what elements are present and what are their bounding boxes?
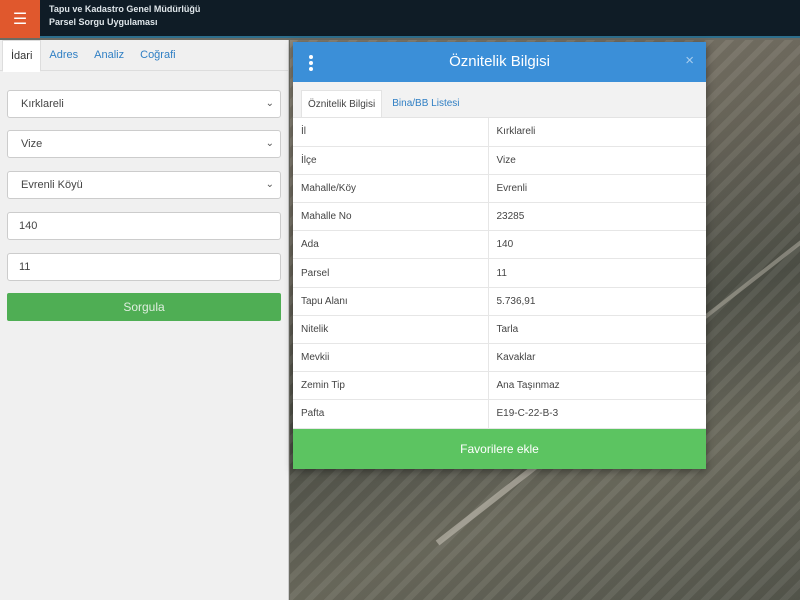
chevron-down-icon: ⌄ (265, 98, 274, 109)
table-row: Parsel 11 (293, 258, 706, 288)
app-brand: Tapu ve Kadastro Genel Müdürlüğü Parsel … (49, 3, 200, 29)
attribute-value: 140 (488, 230, 706, 260)
tab-analiz[interactable]: Analiz (86, 40, 132, 70)
attribute-key: Mevkii (293, 343, 489, 373)
attribute-key: Tapu Alanı (293, 287, 489, 316)
search-panel: İdari Adres Analiz Coğrafi Kırklareli ⌄ … (0, 40, 289, 600)
attribute-key: Mahalle No (293, 202, 489, 232)
attribute-key: Ada (293, 230, 489, 260)
attribute-value: 5.736,91 (488, 287, 706, 316)
table-row: Mahalle/Köy Evrenli (293, 174, 706, 204)
ilce-select-value: Vize (21, 138, 43, 150)
table-row: Ada 140 (293, 230, 706, 260)
add-to-favorites-button[interactable]: Favorilere ekle (293, 429, 706, 469)
tab-oznitelik-bilgisi[interactable]: Öznitelik Bilgisi (301, 90, 383, 117)
tab-idari[interactable]: İdari (2, 40, 42, 72)
parsel-input-value: 11 (19, 261, 31, 273)
mahalle-select-value: Evrenli Köyü (21, 179, 83, 191)
attribute-value: Vize (488, 146, 706, 175)
table-row: Mahalle No 23285 (293, 202, 706, 232)
table-row: Mevkii Kavaklar (293, 343, 706, 373)
attribute-key: Pafta (293, 399, 489, 429)
hamburger-menu-button[interactable]: ☰ (0, 0, 40, 38)
il-select[interactable]: Kırklareli ⌄ (7, 90, 281, 118)
table-row: İlçe Vize (293, 146, 706, 175)
tab-adres[interactable]: Adres (41, 40, 86, 70)
modal-header: Öznitelik Bilgisi × (293, 42, 706, 82)
mahalle-select[interactable]: Evrenli Köyü ⌄ (7, 171, 281, 199)
attribute-value: 23285 (488, 202, 706, 232)
table-row: Nitelik Tarla (293, 315, 706, 345)
attribute-value: Tarla (488, 315, 706, 345)
menu-icon: ☰ (12, 11, 28, 28)
attribute-value: Kavaklar (488, 343, 706, 373)
attribute-value: 11 (488, 258, 706, 288)
table-row: İl Kırklareli (293, 118, 706, 147)
ilce-select[interactable]: Vize ⌄ (7, 130, 281, 158)
attribute-key: Nitelik (293, 315, 489, 345)
brand-line-2: Parsel Sorgu Uygulaması (49, 17, 158, 27)
modal-tabs: Öznitelik Bilgisi Bina/BB Listesi (293, 82, 706, 118)
attribute-value: Ana Taşınmaz (488, 371, 706, 401)
search-tabs: İdari Adres Analiz Coğrafi (0, 40, 288, 72)
attribute-key: İl (293, 118, 489, 147)
attribute-key: Parsel (293, 258, 489, 288)
tab-bina-bb-listesi[interactable]: Bina/BB Listesi (386, 90, 465, 117)
attribute-value: E19-C-22-B-3 (488, 399, 706, 429)
attribute-key: Mahalle/Köy (293, 174, 489, 204)
app-header: ☰ Tapu ve Kadastro Genel Müdürlüğü Parse… (0, 0, 800, 38)
table-row: Pafta E19-C-22-B-3 (293, 399, 706, 429)
attribute-info-modal: Öznitelik Bilgisi × Öznitelik Bilgisi Bi… (293, 42, 706, 469)
attribute-key: İlçe (293, 146, 489, 175)
chevron-down-icon: ⌄ (265, 138, 274, 149)
close-icon[interactable]: × (685, 52, 694, 69)
brand-line-1: Tapu ve Kadastro Genel Müdürlüğü (49, 4, 201, 14)
ada-input-value: 140 (19, 220, 38, 232)
attribute-value: Kırklareli (488, 118, 706, 147)
modal-title: Öznitelik Bilgisi (449, 53, 550, 70)
attribute-value: Evrenli (488, 174, 706, 204)
table-row: Zemin Tip Ana Taşınmaz (293, 371, 706, 401)
tab-cografi[interactable]: Coğrafi (132, 40, 183, 70)
sorgula-button[interactable]: Sorgula (7, 293, 281, 321)
chevron-down-icon: ⌄ (265, 179, 274, 190)
il-select-value: Kırklareli (21, 98, 64, 110)
parsel-input[interactable]: 11 (7, 253, 281, 281)
attribute-table: İl Kırklareli İlçe Vize Mahalle/Köy Evrenli Ma… (293, 118, 706, 429)
more-options-icon[interactable] (309, 55, 317, 73)
attribute-key: Zemin Tip (293, 371, 489, 401)
ada-input[interactable]: 140 (7, 212, 281, 240)
table-row: Tapu Alanı 5.736,91 (293, 287, 706, 316)
